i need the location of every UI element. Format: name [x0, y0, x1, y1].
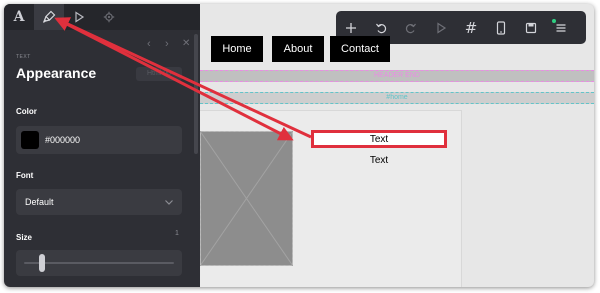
brush-icon: [42, 10, 56, 23]
size-label: Size: [16, 233, 33, 242]
nav-about-button[interactable]: About: [272, 36, 324, 62]
tab-typography[interactable]: A: [4, 4, 34, 30]
size-value: 1: [175, 230, 179, 237]
color-field[interactable]: #000000: [16, 126, 182, 154]
slider-track: [24, 262, 174, 264]
tab-style[interactable]: [34, 4, 64, 30]
font-select-value: Default: [25, 197, 54, 207]
tab-interactions[interactable]: [64, 4, 94, 30]
gear-icon: [103, 11, 115, 23]
save-icon: [525, 22, 537, 33]
undo-icon: [376, 23, 387, 33]
nav-contact-button[interactable]: Contact: [330, 36, 390, 62]
chevron-down-icon: [165, 200, 173, 205]
redo-button[interactable]: [396, 11, 426, 44]
color-swatch[interactable]: [21, 131, 39, 149]
play-icon: [75, 11, 85, 23]
element-type-label: TEXT: [16, 54, 31, 60]
menu-icon: [556, 23, 566, 32]
home-anchor-label: #home: [386, 94, 408, 101]
text-element[interactable]: Text: [311, 155, 447, 169]
chevron-right-icon[interactable]: ›: [165, 38, 169, 50]
redo-icon: [405, 23, 416, 33]
play-icon: [437, 21, 447, 34]
menu-button[interactable]: [546, 11, 576, 44]
slider-handle[interactable]: [39, 254, 45, 272]
editor-canvas: # Home About Contact HEADER END #home Te…: [200, 4, 594, 287]
font-icon: A: [13, 9, 25, 25]
size-slider[interactable]: [16, 250, 182, 276]
grid-button[interactable]: #: [456, 11, 486, 44]
panel-tab-bar: A: [4, 4, 200, 30]
app-window: A ‹ › ✕ TEXT Appearance Html 00 Color #0…: [4, 4, 594, 287]
chevron-left-icon[interactable]: ‹: [147, 38, 151, 50]
properties-panel: A ‹ › ✕ TEXT Appearance Html 00 Color #0…: [4, 4, 200, 287]
color-value: #000000: [45, 135, 81, 145]
preview-button[interactable]: [426, 11, 456, 44]
device-button[interactable]: [486, 11, 516, 44]
font-label: Font: [16, 171, 34, 180]
close-icon[interactable]: ✕: [182, 38, 190, 49]
mobile-icon: [496, 20, 506, 35]
font-select[interactable]: Default: [16, 189, 182, 215]
tab-settings[interactable]: [94, 4, 124, 30]
panel-scrollbar[interactable]: [194, 34, 198, 154]
add-icon: [346, 22, 356, 33]
grid-icon: #: [464, 18, 478, 37]
image-placeholder[interactable]: [200, 131, 293, 266]
header-end-label: HEADER END: [374, 72, 420, 79]
ghost-badge: Html 00: [136, 67, 182, 81]
color-label: Color: [16, 107, 37, 116]
selected-text-element[interactable]: Text: [311, 130, 447, 148]
panel-title: Appearance: [16, 65, 97, 81]
save-button[interactable]: [516, 11, 546, 44]
nav-home-button[interactable]: Home: [211, 36, 263, 62]
